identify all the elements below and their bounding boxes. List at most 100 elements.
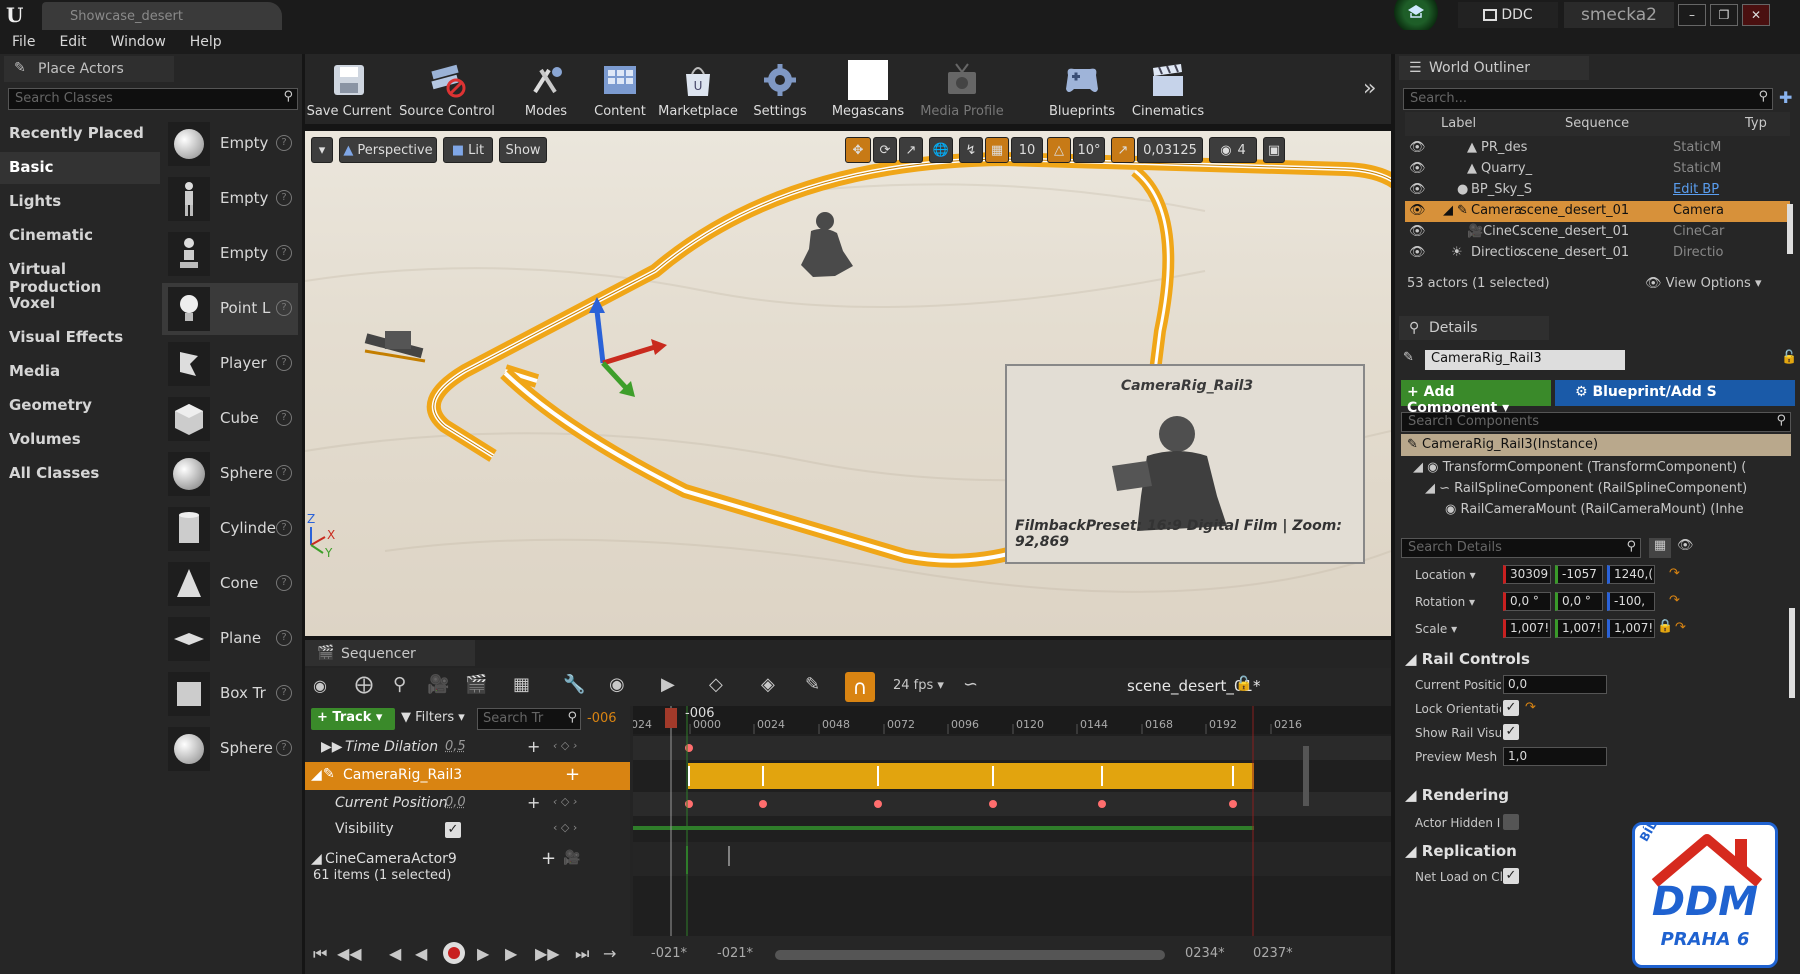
rotation-y-field[interactable]: 0,0 ° [1555, 592, 1603, 611]
grid-snap-icon[interactable]: ▦ [985, 137, 1009, 163]
view-options-button[interactable]: 👁 View Options ▾ [1645, 276, 1761, 291]
net-load-checkbox[interactable]: ✓ [1503, 868, 1519, 884]
category-virtual-production[interactable]: Virtual Production [0, 254, 160, 296]
actor-empty-character[interactable]: Empty ? [162, 173, 298, 225]
replication-section[interactable]: ◢ Replication [1405, 842, 1517, 860]
visibility-eye-icon[interactable]: 👁 [1409, 161, 1426, 176]
perspective-button[interactable]: ▲ Perspective [339, 137, 437, 163]
help-icon[interactable]: ? [276, 190, 292, 206]
category-voxel[interactable]: Voxel [0, 288, 160, 320]
show-button[interactable]: Show [499, 137, 547, 163]
lock-icon[interactable]: 🔓 [1781, 350, 1797, 365]
category-lights[interactable]: Lights [0, 186, 160, 218]
edit-bp-link[interactable]: Edit BP [1673, 182, 1735, 197]
actor-sphere-trigger[interactable]: Sphere ? [162, 723, 298, 775]
menu-edit[interactable]: Edit [47, 30, 98, 54]
world-local-icon[interactable]: 🌐 [929, 137, 953, 163]
component-transform[interactable]: ◢ ◉ TransformComponent (TransformCompone… [1413, 460, 1793, 475]
content-button[interactable]: Content [587, 56, 653, 122]
search-icon[interactable]: ⚲ [393, 674, 406, 695]
category-all-classes[interactable]: All Classes [0, 458, 160, 490]
help-icon[interactable]: ? [276, 355, 292, 371]
outliner-row[interactable]: 👁 ● BP_Sky_S Edit BP [1405, 180, 1790, 201]
lock-orientation-checkbox[interactable]: ✓ [1503, 700, 1519, 716]
jump-end-icon[interactable]: ⏭ [575, 944, 589, 964]
collapse-arrow-icon[interactable]: ◢ [311, 767, 322, 783]
jump-start-icon[interactable]: ⏮ [313, 944, 327, 964]
play-options-icon[interactable]: ▶ [661, 674, 675, 695]
lock-icon[interactable]: 🔓 [1235, 676, 1252, 692]
ddc-button[interactable]: DDC [1458, 2, 1558, 28]
blueprint-add-script-button[interactable]: ⚙ Blueprint/Add S [1555, 380, 1795, 406]
col-label[interactable]: Label [1441, 116, 1476, 131]
lock-icon[interactable]: 🔒 [1657, 619, 1673, 634]
rotation-snap-icon[interactable]: △ [1047, 137, 1071, 163]
render-movie-icon[interactable]: 🎬 [465, 674, 487, 695]
actor-player-start[interactable]: Player ? [162, 338, 298, 390]
reset-arrow-icon[interactable]: ↷ [1525, 700, 1536, 715]
key-nav-icon[interactable]: ‹ ◇ › [553, 821, 577, 834]
help-icon[interactable]: ? [276, 685, 292, 701]
search-details-input[interactable]: Search Details ⚲ [1401, 538, 1641, 558]
help-icon[interactable]: ? [276, 300, 292, 316]
help-icon[interactable]: ? [276, 245, 292, 261]
rotation-snap-value[interactable]: 10° [1073, 137, 1105, 163]
component-rail-mount[interactable]: ◉ RailCameraMount (RailCameraMount) (Inh… [1445, 502, 1795, 517]
search-components-input[interactable]: Search Components ⚲ [1401, 412, 1791, 432]
actor-cube[interactable]: Cube ? [162, 393, 298, 445]
range-start[interactable]: -021* [651, 946, 687, 961]
rotate-mode-icon[interactable]: ⟳ [873, 137, 897, 163]
actor-plane[interactable]: Plane ? [162, 613, 298, 665]
show-rail-checkbox[interactable]: ✓ [1503, 724, 1519, 740]
grid-snap-value[interactable]: 10 [1011, 137, 1043, 163]
details-scrollbar[interactable] [1789, 608, 1795, 698]
key-nav-icon[interactable]: ‹ ◇ › [553, 739, 577, 752]
track-current-position[interactable]: Current Position 0,0 + ‹ ◇ › [305, 790, 630, 818]
source-control-status-icon[interactable] [1394, 0, 1438, 34]
actor-box-trigger[interactable]: Box Tr ? [162, 668, 298, 720]
scale-snap-icon[interactable]: ↗ [1111, 137, 1135, 163]
rail-controls-section[interactable]: ◢ Rail Controls [1405, 650, 1530, 668]
add-track-button[interactable]: + Track ▾ [311, 708, 395, 730]
snap-magnet-icon[interactable]: ∩ [845, 672, 875, 702]
sequencer-tab[interactable]: 🎬 Sequencer [305, 640, 475, 666]
camera-icon[interactable]: 🎥 [563, 850, 580, 866]
track-time-dilation[interactable]: ▶▶ Time Dilation 0,5 + ‹ ◇ › [305, 734, 630, 762]
visibility-eye-icon[interactable]: 👁 [1409, 140, 1426, 155]
step-forward-icon[interactable]: ▶ [505, 944, 517, 963]
current-position-field[interactable]: 0,0 [1503, 675, 1607, 694]
category-recently-placed[interactable]: Recently Placed [0, 118, 160, 150]
actor-cone[interactable]: Cone ? [162, 558, 298, 610]
key-nav-icon[interactable]: ‹ ◇ › [553, 795, 577, 808]
actor-empty-pawn[interactable]: Empty ? [162, 228, 298, 280]
source-control-button[interactable]: Source Control [395, 56, 499, 122]
media-profile-button[interactable]: Media Profile [917, 56, 1007, 122]
key-icon[interactable]: ◇ [709, 674, 723, 695]
rotation-x-field[interactable]: 0,0 ° [1503, 592, 1551, 611]
visibility-eye-icon[interactable]: 👁 [1409, 224, 1426, 239]
visibility-checkbox[interactable]: ✓ [445, 822, 461, 838]
add-component-button[interactable]: + Add Component ▾ [1401, 380, 1551, 416]
category-geometry[interactable]: Geometry [0, 390, 160, 422]
settings-button[interactable]: Settings [747, 56, 813, 122]
maximize-button[interactable]: ❐ [1710, 4, 1738, 26]
help-icon[interactable]: ? [276, 520, 292, 536]
collapse-arrow-icon[interactable]: ◢ [311, 851, 322, 867]
step-back-icon[interactable]: ◀ [389, 944, 401, 963]
outliner-row-selected[interactable]: 👁 ◢ ✎ CameraRi scene_desert_01 Camera [1405, 201, 1790, 222]
filters-button[interactable]: ▼ Filters ▾ [401, 710, 465, 725]
add-key-icon[interactable]: + [527, 737, 540, 756]
category-volumes[interactable]: Volumes [0, 424, 160, 456]
track-visibility[interactable]: Visibility ✓ ‹ ◇ › [305, 816, 630, 844]
actor-cylinder[interactable]: Cylinde ? [162, 503, 298, 555]
add-filter-icon[interactable]: ✚ [1779, 88, 1792, 107]
outliner-row[interactable]: 👁 ▲ Quarry_ StaticM [1405, 159, 1790, 180]
surface-snap-icon[interactable]: ↯ [959, 137, 983, 163]
blueprint-icon[interactable]: ▦ [513, 674, 530, 695]
menu-help[interactable]: Help [178, 30, 234, 54]
modes-button[interactable]: Modes [513, 56, 579, 122]
help-icon[interactable]: ? [276, 575, 292, 591]
rendering-section[interactable]: ◢ Rendering [1405, 786, 1509, 804]
component-rail-spline[interactable]: ◢ ∽ RailSplineComponent (RailSplineCompo… [1425, 481, 1795, 496]
expand-arrow-icon[interactable]: ▶▶ [321, 739, 343, 755]
